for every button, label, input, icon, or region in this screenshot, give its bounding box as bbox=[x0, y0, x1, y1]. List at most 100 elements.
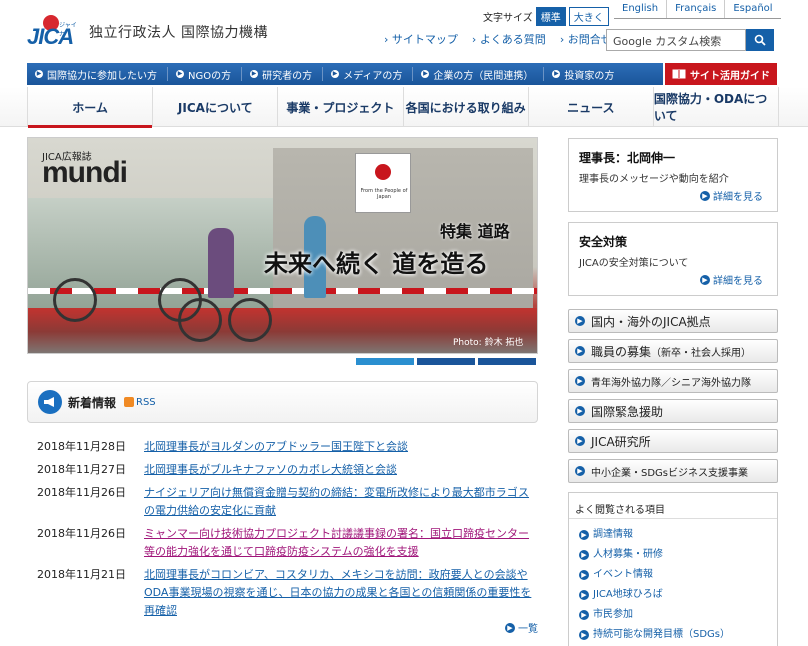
audience-item-business[interactable]: ▶ 企業の方（民間連携） bbox=[413, 67, 545, 82]
safety-title: 安全対策 bbox=[579, 235, 628, 249]
arrow-icon: ▶ bbox=[579, 630, 589, 640]
news-item: 2018年11月27日 北岡理事長がブルキナファソのカボレ大統領と会談 bbox=[37, 461, 539, 479]
hero-banner[interactable]: From the People of Japan JICA広報誌 mundi 特… bbox=[27, 137, 538, 354]
popular-item-events[interactable]: ▶ イベント情報 bbox=[579, 565, 777, 585]
news-link[interactable]: ナイジェリア向け無償資金贈与契約の締結：変電所改修により最大都市ラゴスの電力供給… bbox=[144, 484, 539, 520]
bicycle-wheel bbox=[178, 298, 222, 342]
utility-links: サイトマップ よくある質問 お問合せ bbox=[384, 31, 612, 47]
popular-items-box: よく閲覧される項目 ▶ 調達情報 ▶ 人材募集・研修 ▶ イベント情報 ▶ JICA地球… bbox=[568, 492, 778, 646]
arrow-icon: ▶ bbox=[700, 274, 710, 285]
arrow-icon: ▶ bbox=[552, 70, 561, 78]
lang-spanish-link[interactable]: Español bbox=[724, 0, 780, 18]
nav-home[interactable]: ホーム bbox=[27, 87, 154, 128]
popular-item-procurement[interactable]: ▶ 調達情報 bbox=[579, 525, 777, 545]
arrow-icon: ▶ bbox=[575, 346, 585, 356]
book-icon bbox=[672, 69, 686, 79]
carousel-tab-2[interactable] bbox=[417, 358, 475, 365]
audience-item-participate[interactable]: ▶ 国際協力に参加したい方 bbox=[27, 67, 168, 82]
language-switcher: English Français Español bbox=[614, 0, 781, 19]
arrow-icon: ▶ bbox=[579, 530, 589, 540]
contact-link[interactable]: お問合せ bbox=[560, 31, 612, 47]
lang-english-link[interactable]: English bbox=[614, 0, 666, 18]
news-list: 2018年11月28日 北岡理事長がヨルダンのアブドッラー国王陛下と会談 201… bbox=[37, 438, 539, 625]
news-item: 2018年11月28日 北岡理事長がヨルダンのアブドッラー国王陛下と会談 bbox=[37, 438, 539, 456]
nav-projects[interactable]: 事業・プロジェクト bbox=[278, 87, 404, 127]
volunteers-button[interactable]: ▶ 青年海外協力隊／シニア海外協力隊 bbox=[568, 369, 778, 393]
magazine-title: mundi bbox=[42, 156, 128, 189]
popular-item-recruitment[interactable]: ▶ 人材募集・研修 bbox=[579, 545, 777, 565]
cyclist-figure bbox=[208, 228, 234, 298]
news-item: 2018年11月21日 北岡理事長がコロンビア、コスタリカ、メキシコを訪問：政府… bbox=[37, 566, 539, 620]
president-title: 理事長：北岡伸一 bbox=[579, 151, 676, 165]
font-size-label: 文字サイズ bbox=[483, 13, 533, 24]
safety-desc: JICAの安全対策について bbox=[579, 258, 689, 269]
jica-logo-area[interactable]: ジャイカ JICA 独立行政法人 国際協力機構 bbox=[27, 14, 268, 50]
popular-item-plaza[interactable]: ▶ JICA地球ひろば bbox=[579, 585, 777, 605]
feature-title: 未来へ続く 道を造る bbox=[264, 250, 489, 278]
carousel-tab-1[interactable] bbox=[356, 358, 414, 365]
audience-item-media[interactable]: ▶ メディアの方 bbox=[323, 67, 414, 82]
arrow-icon: ▶ bbox=[575, 406, 585, 416]
sitemap-link[interactable]: サイトマップ bbox=[384, 31, 458, 47]
president-more-link[interactable]: ▶ 詳細を見る bbox=[700, 188, 763, 203]
sme-sdgs-button[interactable]: ▶ 中小企業・SDGsビジネス支援事業 bbox=[568, 459, 778, 483]
arrow-icon: ▶ bbox=[176, 70, 184, 78]
president-desc: 理事長のメッセージや動向を紹介 bbox=[579, 174, 729, 185]
safety-more-link[interactable]: ▶ 詳細を見る bbox=[700, 272, 763, 287]
audience-item-ngo[interactable]: ▶ NGOの方 bbox=[168, 67, 243, 82]
audience-item-researcher[interactable]: ▶ 研究者の方 bbox=[242, 67, 324, 82]
nav-countries[interactable]: 各国における取り組み bbox=[404, 87, 529, 127]
font-size-standard-button[interactable]: 標準 bbox=[535, 7, 566, 26]
jica-logo[interactable]: ジャイカ JICA bbox=[27, 14, 77, 50]
font-size-large-button[interactable]: 大きく bbox=[568, 7, 609, 26]
arrow-icon: ▶ bbox=[575, 436, 585, 446]
arrow-icon: ▶ bbox=[575, 376, 585, 386]
flag-sign-caption: From the People of Japan bbox=[360, 188, 408, 200]
arrow-icon: ▶ bbox=[579, 590, 589, 600]
news-link[interactable]: 北岡理事長がコロンビア、コスタリカ、メキシコを訪問：政府要人との会談やODA事業… bbox=[144, 566, 539, 620]
search-input[interactable]: Google カスタム検索 bbox=[606, 29, 746, 51]
japan-flag-sign: From the People of Japan bbox=[355, 153, 411, 213]
font-size-control: 文字サイズ 標準 大きく bbox=[483, 7, 609, 26]
news-date: 2018年11月28日 bbox=[37, 440, 126, 453]
popular-item-citizen[interactable]: ▶ 市民参加 bbox=[579, 605, 777, 625]
nav-oda[interactable]: 国際協力・ODAについて bbox=[654, 87, 780, 127]
faq-link[interactable]: よくある質問 bbox=[472, 31, 546, 47]
arrow-icon: ▶ bbox=[575, 466, 585, 476]
arrow-icon: ▶ bbox=[575, 316, 585, 326]
news-link[interactable]: 北岡理事長がヨルダンのアブドッラー国王陛下と会談 bbox=[144, 438, 539, 456]
bicycle-wheel bbox=[228, 298, 272, 342]
emergency-aid-button[interactable]: ▶ 国際緊急援助 bbox=[568, 399, 778, 423]
arrow-icon: ▶ bbox=[579, 570, 589, 580]
news-link[interactable]: 北岡理事長がブルキナファソのカボレ大統領と会談 bbox=[144, 461, 539, 479]
arrow-icon: ▶ bbox=[579, 610, 589, 620]
news-more-link[interactable]: ▶ 一覧 bbox=[505, 620, 538, 635]
recruitment-button[interactable]: ▶ 職員の募集 （新卒・社会人採用） bbox=[568, 339, 778, 363]
arrow-icon: ▶ bbox=[579, 550, 589, 560]
nav-news[interactable]: ニュース bbox=[529, 87, 654, 127]
rss-icon bbox=[124, 397, 135, 407]
audience-item-investor[interactable]: ▶ 投資家の方 bbox=[544, 67, 624, 82]
nav-about[interactable]: JICAについて bbox=[153, 87, 279, 127]
offices-button[interactable]: ▶ 国内・海外のJICA拠点 bbox=[568, 309, 778, 333]
search-button[interactable] bbox=[746, 29, 774, 51]
arrow-icon: ▶ bbox=[700, 190, 710, 201]
site-guide-button[interactable]: サイト活用ガイド bbox=[665, 63, 777, 85]
main-nav: ホーム JICAについて 事業・プロジェクト 各国における取り組み ニュース 国… bbox=[0, 87, 808, 128]
news-date: 2018年11月27日 bbox=[37, 463, 126, 476]
news-header: 新着情報 RSS bbox=[27, 381, 538, 423]
rss-link[interactable]: RSS bbox=[124, 397, 156, 408]
popular-title: よく閲覧される項目 bbox=[569, 493, 777, 519]
audience-nav: ▶ 国際協力に参加したい方 ▶ NGOの方 ▶ 研究者の方 ▶ メディアの方 ▶ 企業の方… bbox=[27, 63, 663, 85]
news-item: 2018年11月26日 ミャンマー向け技術協力プロジェクト討議議事録の署名：国立… bbox=[37, 525, 539, 561]
news-date: 2018年11月21日 bbox=[37, 568, 126, 581]
research-institute-button[interactable]: ▶ JICA研究所 bbox=[568, 429, 778, 453]
safety-box: 安全対策 JICAの安全対策について ▶ 詳細を見る bbox=[568, 222, 778, 296]
arrow-icon: ▶ bbox=[331, 70, 340, 78]
carousel-tab-3[interactable] bbox=[478, 358, 536, 365]
megaphone-icon bbox=[38, 390, 62, 414]
popular-item-sdgs[interactable]: ▶ 持続可能な開発目標（SDGs） bbox=[579, 625, 777, 645]
news-link[interactable]: ミャンマー向け技術協力プロジェクト討議議事録の署名：国立口蹄疫センター等の能力強… bbox=[144, 525, 539, 561]
hero-railing bbox=[28, 288, 537, 294]
lang-french-link[interactable]: Français bbox=[666, 0, 724, 18]
